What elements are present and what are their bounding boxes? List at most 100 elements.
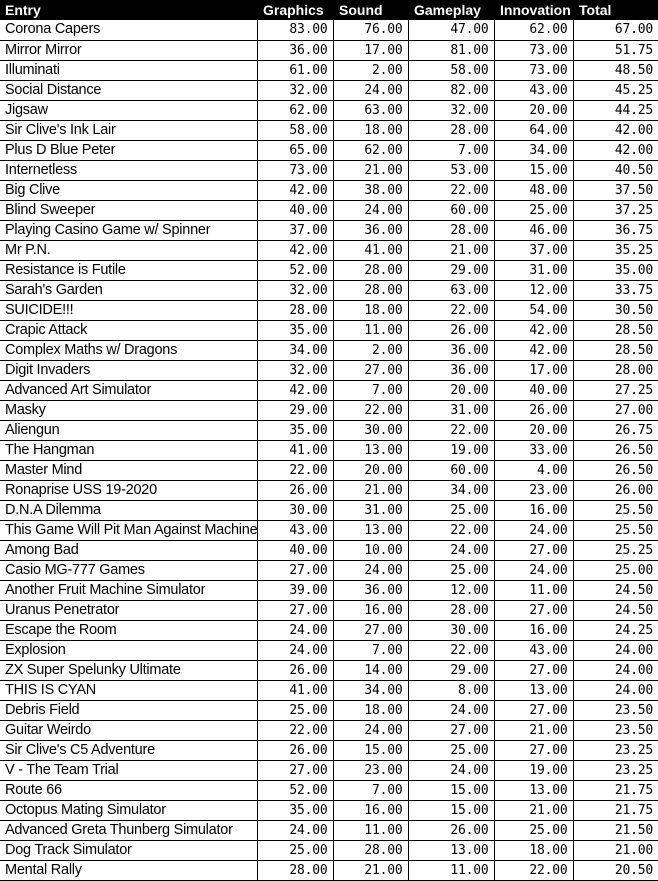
cell-innovation: 34.00 — [494, 140, 574, 161]
cell-sound: 7.00 — [333, 780, 409, 801]
cell-sound: 20.00 — [333, 460, 409, 481]
table-row[interactable]: Masky 29.00 22.00 31.00 26.00 27.00 — [0, 400, 658, 421]
column-header-entry[interactable]: Entry — [0, 0, 257, 20]
table-row[interactable]: Explosion 24.00 7.00 22.00 43.00 24.00 — [0, 640, 658, 661]
table-row[interactable]: Illuminati 61.00 2.00 58.00 73.00 48.50 — [0, 60, 658, 81]
cell-graphics: 58.00 — [257, 120, 334, 141]
cell-innovation: 27.00 — [494, 660, 574, 681]
cell-sound: 28.00 — [333, 840, 409, 861]
cell-gameplay: 22.00 — [408, 640, 495, 661]
table-row[interactable]: Octopus Mating Simulator 35.00 16.00 15.00 2… — [0, 800, 658, 821]
cell-gameplay: 53.00 — [408, 160, 495, 181]
cell-total: 26.00 — [573, 480, 658, 501]
table-row[interactable]: Uranus Penetrator 27.00 16.00 28.00 27.00 24.… — [0, 600, 658, 621]
table-row[interactable]: Internetless 73.00 21.00 53.00 15.00 40.50 — [0, 160, 658, 181]
cell-entry: Sir Clive's C5 Adventure — [0, 740, 258, 761]
cell-gameplay: 15.00 — [408, 780, 495, 801]
table-row[interactable]: Ronaprise USS 19-2020 26.00 21.00 34.00 23.0… — [0, 480, 658, 501]
cell-sound: 27.00 — [333, 360, 409, 381]
cell-graphics: 42.00 — [257, 380, 334, 401]
table-row[interactable]: Sir Clive's C5 Adventure 26.00 15.00 25.00 2… — [0, 740, 658, 761]
table-row[interactable]: Jigsaw 62.00 63.00 32.00 20.00 44.25 — [0, 100, 658, 121]
table-row[interactable]: Digit Invaders 32.00 27.00 36.00 17.00 28.00 — [0, 360, 658, 381]
cell-sound: 13.00 — [333, 520, 409, 541]
table-row[interactable]: Casio MG-777 Games 27.00 24.00 25.00 24.00 25… — [0, 560, 658, 581]
table-row[interactable]: V - The Team Trial 27.00 23.00 24.00 19.00 23… — [0, 760, 658, 781]
cell-entry: Among Bad — [0, 540, 258, 561]
table-row[interactable]: The Hangman 41.00 13.00 19.00 33.00 26.50 — [0, 440, 658, 461]
cell-gameplay: 36.00 — [408, 360, 495, 381]
table-row[interactable]: Playing Casino Game w/ Spinner 37.00 36.00… — [0, 220, 658, 241]
table-row[interactable]: Dog Track Simulator 25.00 28.00 13.00 18.00 2… — [0, 840, 658, 861]
table-row[interactable]: Sarah's Garden 32.00 28.00 63.00 12.00 33.75 — [0, 280, 658, 301]
cell-entry: Master Mind — [0, 460, 258, 481]
cell-total: 28.50 — [573, 320, 658, 341]
column-header-total[interactable]: Total — [573, 0, 658, 20]
cell-entry: Plus D Blue Peter — [0, 140, 258, 161]
column-header-sound[interactable]: Sound — [333, 0, 408, 20]
cell-total: 25.50 — [573, 520, 658, 541]
table-row[interactable]: Corona Capers 83.00 76.00 47.00 62.00 67.00 — [0, 20, 658, 41]
table-row[interactable]: THIS IS CYAN 41.00 34.00 8.00 13.00 24.00 — [0, 680, 658, 701]
cell-total: 37.25 — [573, 200, 658, 221]
cell-graphics: 52.00 — [257, 260, 334, 281]
table-row[interactable]: Mr P.N. 42.00 41.00 21.00 37.00 35.25 — [0, 240, 658, 261]
cell-total: 42.00 — [573, 120, 658, 141]
table-row[interactable]: Advanced Greta Thunberg Simulator 24.00 11… — [0, 820, 658, 841]
cell-entry: Big Clive — [0, 180, 258, 201]
cell-total: 42.00 — [573, 140, 658, 161]
cell-gameplay: 47.00 — [408, 20, 495, 41]
cell-gameplay: 30.00 — [408, 620, 495, 641]
cell-sound: 62.00 — [333, 140, 409, 161]
scores-table: Entry Graphics Sound Gameplay Innovation… — [0, 0, 658, 881]
table-row[interactable]: Master Mind 22.00 20.00 60.00 4.00 26.50 — [0, 460, 658, 481]
table-row[interactable]: Escape the Room 24.00 27.00 30.00 16.00 24.25 — [0, 620, 658, 641]
cell-entry: Illuminati — [0, 60, 258, 81]
table-row[interactable]: SUICIDE!!! 28.00 18.00 22.00 54.00 30.50 — [0, 300, 658, 321]
table-row[interactable]: Mental Rally 28.00 21.00 11.00 22.00 20.50 — [0, 860, 658, 881]
table-row[interactable]: Big Clive 42.00 38.00 22.00 48.00 37.50 — [0, 180, 658, 201]
table-row[interactable]: Crapic Attack 35.00 11.00 26.00 42.00 28.50 — [0, 320, 658, 341]
table-row[interactable]: Advanced Art Simulator 42.00 7.00 20.00 40.0… — [0, 380, 658, 401]
table-row[interactable]: Social Distance 32.00 24.00 82.00 43.00 45.25 — [0, 80, 658, 101]
cell-sound: 7.00 — [333, 380, 409, 401]
cell-sound: 13.00 — [333, 440, 409, 461]
cell-total: 35.25 — [573, 240, 658, 261]
table-row[interactable]: D.N.A Dilemma 30.00 31.00 25.00 16.00 25.50 — [0, 500, 658, 521]
cell-graphics: 35.00 — [257, 320, 334, 341]
table-header: Entry Graphics Sound Gameplay Innovation… — [0, 0, 658, 20]
cell-entry: Mental Rally — [0, 860, 258, 881]
table-row[interactable]: Another Fruit Machine Simulator 39.00 36.0… — [0, 580, 658, 601]
cell-sound: 31.00 — [333, 500, 409, 521]
cell-graphics: 83.00 — [257, 20, 334, 41]
cell-gameplay: 29.00 — [408, 260, 495, 281]
cell-graphics: 30.00 — [257, 500, 334, 521]
column-header-graphics[interactable]: Graphics — [257, 0, 333, 20]
table-row[interactable]: Plus D Blue Peter 65.00 62.00 7.00 34.00 42.0… — [0, 140, 658, 161]
cell-gameplay: 60.00 — [408, 460, 495, 481]
cell-graphics: 52.00 — [257, 780, 334, 801]
cell-innovation: 33.00 — [494, 440, 574, 461]
table-row[interactable]: Mirror Mirror 36.00 17.00 81.00 73.00 51.75 — [0, 40, 658, 61]
table-row[interactable]: Blind Sweeper 40.00 24.00 60.00 25.00 37.25 — [0, 200, 658, 221]
table-row[interactable]: This Game Will Pit Man Against Machine 43… — [0, 520, 658, 541]
cell-entry: Corona Capers — [0, 20, 258, 41]
table-row[interactable]: Aliengun 35.00 30.00 22.00 20.00 26.75 — [0, 420, 658, 441]
table-row[interactable]: Among Bad 40.00 10.00 24.00 27.00 25.25 — [0, 540, 658, 561]
cell-total: 36.75 — [573, 220, 658, 241]
table-row[interactable]: Guitar Weirdo 22.00 24.00 27.00 21.00 23.50 — [0, 720, 658, 741]
column-header-innovation[interactable]: Innovation — [494, 0, 573, 20]
column-header-gameplay[interactable]: Gameplay — [408, 0, 494, 20]
table-row[interactable]: Sir Clive's Ink Lair 58.00 18.00 28.00 64.00… — [0, 120, 658, 141]
cell-total: 44.25 — [573, 100, 658, 121]
table-row[interactable]: Resistance is Futile 52.00 28.00 29.00 31.00… — [0, 260, 658, 281]
cell-sound: 76.00 — [333, 20, 409, 41]
table-row[interactable]: Route 66 52.00 7.00 15.00 13.00 21.75 — [0, 780, 658, 801]
cell-innovation: 24.00 — [494, 520, 574, 541]
cell-gameplay: 26.00 — [408, 320, 495, 341]
table-row[interactable]: Debris Field 25.00 18.00 24.00 27.00 23.50 — [0, 700, 658, 721]
table-row[interactable]: ZX Super Spelunky Ultimate 26.00 14.00 29.0… — [0, 660, 658, 681]
table-row[interactable]: Complex Maths w/ Dragons 34.00 2.00 36.00 42… — [0, 340, 658, 361]
cell-entry: Guitar Weirdo — [0, 720, 258, 741]
cell-entry: Casio MG-777 Games — [0, 560, 258, 581]
